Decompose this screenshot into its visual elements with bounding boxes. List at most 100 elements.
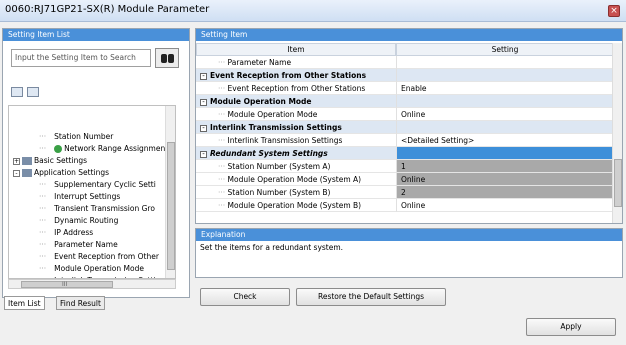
item-cell: ··· Module Operation Mode (System A) xyxy=(196,173,396,186)
search-icon[interactable] xyxy=(155,48,179,68)
tree-connector: ··· xyxy=(218,188,228,197)
setting-item-list-panel: Setting Item List Input the Setting Item… xyxy=(2,28,190,298)
tree-connector: ··· xyxy=(39,180,47,189)
setting-item-list-header: Setting Item List xyxy=(3,29,189,41)
column-header-item[interactable]: Item xyxy=(196,43,396,56)
tree-item[interactable]: ··· Station Number xyxy=(39,132,113,142)
grid-scroll-thumb[interactable] xyxy=(614,159,622,207)
search-input[interactable]: Input the Setting Item to Search xyxy=(11,49,151,67)
tree-item-label: Interrupt Settings xyxy=(54,192,121,201)
item-cell: ··· Module Operation Mode (System B) xyxy=(196,199,396,212)
tree-item-label: Event Reception from Other xyxy=(54,252,159,261)
collapse-icon[interactable]: - xyxy=(200,150,207,158)
folder-icon xyxy=(22,169,32,177)
tree-item[interactable]: ··· Supplementary Cyclic Setti xyxy=(39,180,156,190)
item-label: Module Operation Mode xyxy=(227,110,318,119)
setting-value-cell[interactable]: 1 xyxy=(396,160,614,173)
tree-item[interactable]: ··· Event Reception from Other xyxy=(39,252,159,262)
tree-connector: ··· xyxy=(218,84,228,93)
setting-row[interactable]: ··· Interlink Transmission Settings <Deta… xyxy=(196,134,614,147)
tree-connector: ··· xyxy=(218,136,228,145)
tree-connector: ··· xyxy=(39,192,47,201)
tree-connector: ··· xyxy=(218,175,228,184)
tab-item-list[interactable]: Item List xyxy=(4,296,45,310)
tree-item[interactable]: ··· Network Range Assignment xyxy=(39,144,168,154)
tree-connector: ··· xyxy=(218,110,228,119)
setting-value-cell[interactable]: 2 xyxy=(396,186,614,199)
setting-row[interactable]: ··· Module Operation Mode Online xyxy=(196,108,614,121)
tree-connector: ··· xyxy=(39,132,47,141)
category-row[interactable]: - Module Operation Mode xyxy=(196,95,614,108)
column-header-setting[interactable]: Setting xyxy=(396,43,614,56)
setting-item-header: Setting Item xyxy=(196,29,622,41)
tree-vertical-scrollbar[interactable] xyxy=(165,106,175,278)
grid-vertical-scrollbar[interactable] xyxy=(612,43,622,223)
tree-item[interactable]: ··· Transient Transmission Gro xyxy=(39,204,155,214)
tree-connector: ··· xyxy=(39,240,47,249)
tab-find-result[interactable]: Find Result xyxy=(56,296,105,310)
collapse-all-icon[interactable] xyxy=(27,87,39,97)
setting-value-cell[interactable] xyxy=(396,56,614,69)
category-row[interactable]: - Interlink Transmission Settings xyxy=(196,121,614,134)
setting-row[interactable]: ··· Station Number (System A) 1 xyxy=(196,160,614,173)
setting-item-panel: Setting Item Item Setting ··· Parameter … xyxy=(195,28,623,224)
explanation-panel: Explanation Set the items for a redundan… xyxy=(195,228,623,278)
tree-connector: ··· xyxy=(39,216,47,225)
setting-tree[interactable]: ··· Station Number ··· Network Range Assign… xyxy=(8,105,176,279)
setting-value-cell[interactable] xyxy=(396,121,614,134)
item-cell: ··· Station Number (System B) xyxy=(196,186,396,199)
expand-all-icon[interactable] xyxy=(11,87,23,97)
apply-button[interactable]: Apply xyxy=(526,318,616,336)
tree-item-label: Basic Settings xyxy=(34,156,88,165)
tree-connector: ··· xyxy=(39,144,47,153)
tree-item[interactable]: ··· Dynamic Routing xyxy=(39,216,118,226)
setting-value-cell[interactable]: Online xyxy=(396,108,614,121)
tree-scroll-thumb[interactable] xyxy=(167,142,175,270)
tree-item[interactable]: ··· Parameter Name xyxy=(39,240,118,250)
explanation-header: Explanation xyxy=(196,229,622,241)
setting-row[interactable]: ··· Module Operation Mode (System A) Onli… xyxy=(196,173,614,186)
tree-item-label: Station Number xyxy=(54,132,114,141)
item-label: Redundant System Settings xyxy=(210,149,328,158)
setting-value-cell[interactable]: Online xyxy=(396,199,614,212)
tree-item[interactable]: - Application Settings xyxy=(13,168,109,178)
setting-row[interactable]: ··· Station Number (System B) 2 xyxy=(196,186,614,199)
setting-value-cell[interactable]: Enable xyxy=(396,82,614,95)
tree-item[interactable]: ··· IP Address xyxy=(39,228,93,238)
collapse-icon[interactable]: - xyxy=(200,98,207,106)
setting-value-cell[interactable]: Online xyxy=(396,173,614,186)
tree-item-label: Supplementary Cyclic Setti xyxy=(54,180,156,189)
tree-item-label: Transient Transmission Gro xyxy=(54,204,155,213)
setting-value-cell[interactable] xyxy=(396,147,614,160)
item-label: Parameter Name xyxy=(227,58,292,67)
category-row[interactable]: - Redundant System Settings xyxy=(196,147,614,160)
check-button[interactable]: Check xyxy=(200,288,290,306)
collapse-icon[interactable]: - xyxy=(200,124,207,132)
item-label: Interlink Transmission Settings xyxy=(227,136,343,145)
close-icon[interactable]: × xyxy=(608,5,620,17)
setting-value-cell[interactable] xyxy=(396,95,614,108)
setting-row[interactable]: ··· Parameter Name xyxy=(196,56,614,69)
tree-item-label: Application Settings xyxy=(34,168,110,177)
tree-connector: ··· xyxy=(39,228,47,237)
collapse-icon[interactable]: - xyxy=(200,72,207,80)
category-row[interactable]: - Event Reception from Other Stations xyxy=(196,69,614,82)
item-cell: - Interlink Transmission Settings xyxy=(196,121,396,134)
item-label: Station Number (System B) xyxy=(227,188,331,197)
collapse-icon[interactable]: - xyxy=(13,169,20,177)
setting-row[interactable]: ··· Event Reception from Other Stations E… xyxy=(196,82,614,95)
restore-default-button[interactable]: Restore the Default Settings xyxy=(296,288,446,306)
tree-item[interactable]: + Basic Settings xyxy=(13,156,87,166)
explanation-text: Set the items for a redundant system. xyxy=(200,243,344,252)
item-label: Station Number (System A) xyxy=(227,162,331,171)
tree-item[interactable]: ··· Interrupt Settings xyxy=(39,192,120,202)
item-label: Event Reception from Other Stations xyxy=(210,71,367,80)
tree-hscroll-thumb[interactable]: III xyxy=(21,281,113,288)
tree-horizontal-scrollbar[interactable]: III xyxy=(8,279,176,289)
setting-value-cell[interactable]: <Detailed Setting> xyxy=(396,134,614,147)
expand-icon[interactable]: + xyxy=(13,157,20,165)
tree-item[interactable]: ··· Module Operation Mode xyxy=(39,264,144,274)
setting-row[interactable]: ··· Module Operation Mode (System B) Onli… xyxy=(196,199,614,212)
setting-value-cell[interactable] xyxy=(396,69,614,82)
item-cell: - Redundant System Settings xyxy=(196,147,396,160)
